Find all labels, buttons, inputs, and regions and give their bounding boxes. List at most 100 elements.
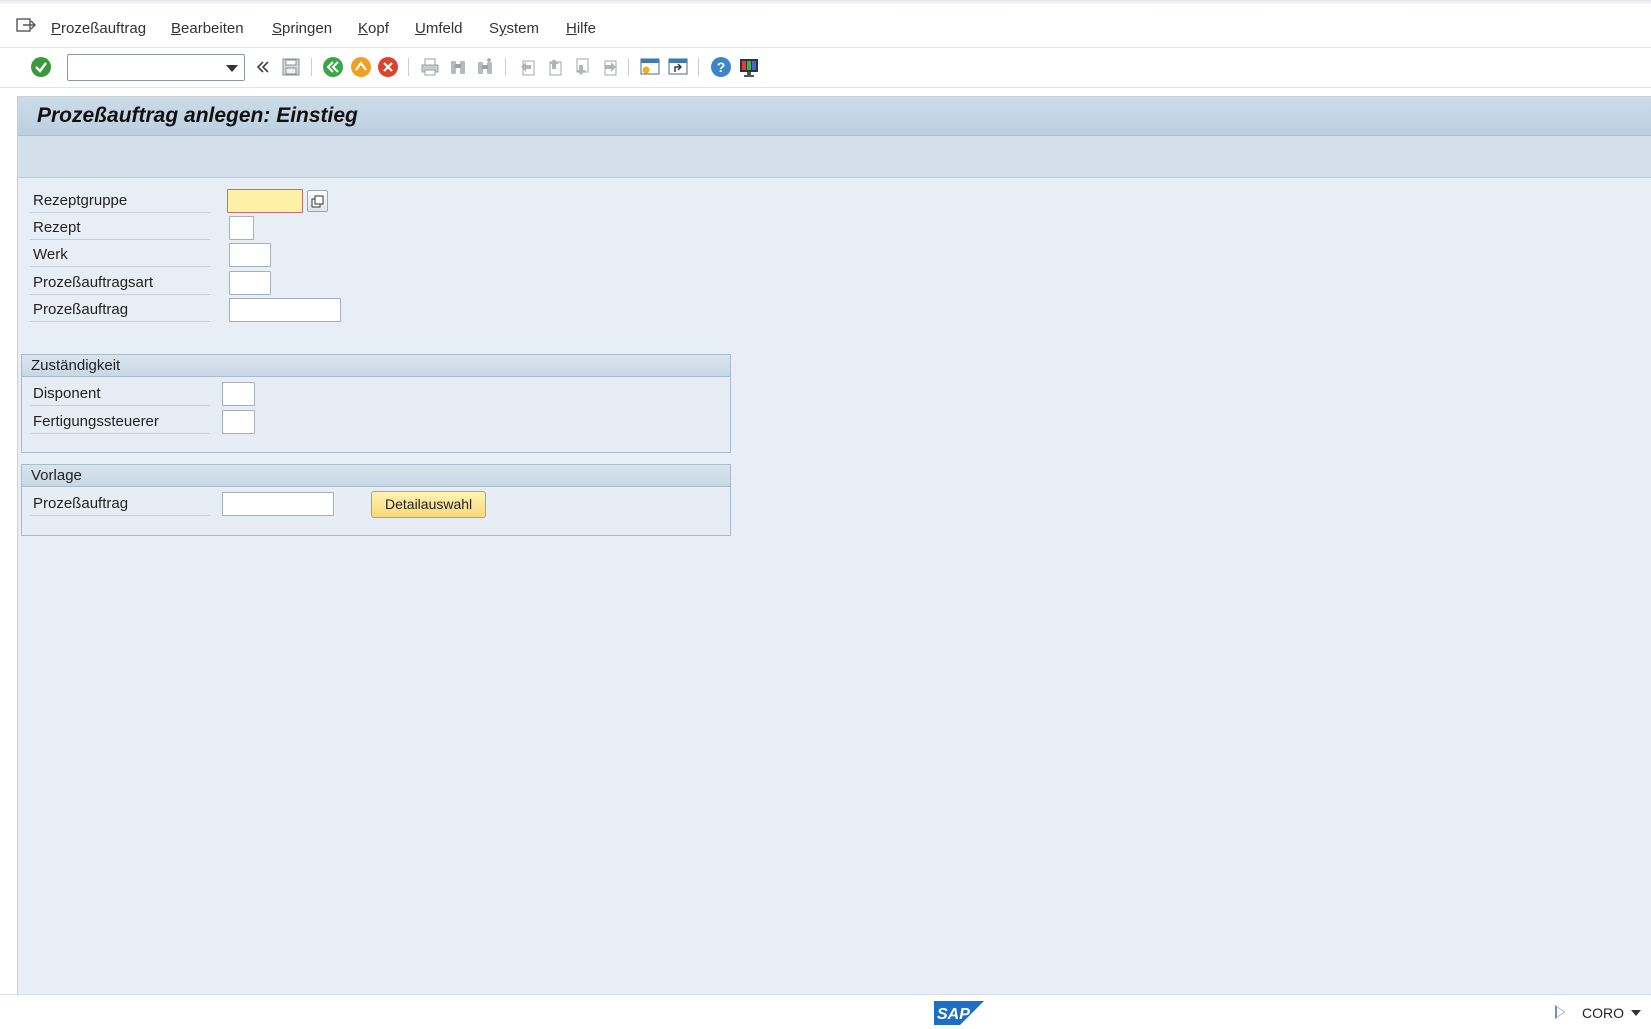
disponent-input[interactable] [223, 383, 254, 405]
label-vorlage-prozessauftrag: Prozeßauftrag [30, 492, 210, 516]
help-button[interactable]: ? [709, 55, 733, 79]
last-page-button[interactable] [597, 55, 621, 79]
new-session-button[interactable] [638, 55, 662, 79]
group-title-zustaendigkeit: Zuständigkeit [22, 355, 730, 377]
help-icon: ? [711, 57, 731, 77]
last-page-icon [604, 60, 617, 76]
prozessauftragsart-field[interactable] [229, 271, 271, 295]
application-toolbar [18, 136, 1651, 178]
cancel-button[interactable] [376, 55, 400, 79]
back-button[interactable] [321, 55, 345, 79]
toolbar-separator [698, 58, 699, 76]
chevron-down-icon[interactable] [226, 65, 238, 72]
label-disponent: Disponent [30, 382, 210, 406]
chevron-down-icon[interactable] [1631, 1010, 1641, 1016]
menu-bar: Prozeßauftrag Bearbeiten Springen Kopf U… [0, 4, 1651, 48]
rezeptgruppe-value-help-button[interactable] [307, 190, 328, 212]
menu-label-rest: S [489, 20, 500, 37]
label-fertigungssteuerer: Fertigungssteuerer [30, 410, 210, 434]
main-screen-area: Prozeßauftrag anlegen: Einstieg Rezeptgr… [17, 96, 1651, 994]
new-session-icon [640, 58, 660, 75]
menu-item-prozessauftrag[interactable]: Prozeßauftrag [51, 20, 146, 37]
menu-label-rest: earbeiten [181, 20, 244, 37]
rezeptgruppe-input[interactable] [228, 190, 302, 212]
prozessauftrag-field[interactable] [229, 298, 341, 322]
create-shortcut-button[interactable] [666, 55, 690, 79]
vorlage-prozessauftrag-field[interactable] [222, 492, 334, 516]
group-title-vorlage: Vorlage [22, 465, 730, 487]
save-icon [282, 58, 300, 76]
menu-item-bearbeiten[interactable]: Bearbeiten [171, 20, 244, 37]
next-page-button[interactable] [569, 55, 593, 79]
status-bar: SAP CORO [0, 994, 1651, 1029]
command-field-toggle[interactable] [251, 55, 275, 79]
next-page-icon [576, 58, 589, 75]
fertigungssteuerer-input[interactable] [223, 411, 254, 433]
previous-page-button[interactable] [542, 55, 566, 79]
rezeptgruppe-field[interactable] [227, 189, 303, 213]
monitor-icon [740, 59, 758, 77]
werk-field[interactable] [229, 243, 271, 267]
command-input[interactable] [68, 55, 218, 80]
back-icon [323, 57, 343, 77]
menu-item-kopf[interactable]: Kopf [358, 20, 389, 37]
menu-item-hilfe[interactable]: Hilfe [566, 20, 596, 37]
fertigungssteuerer-field[interactable] [222, 410, 255, 434]
customize-layout-button[interactable] [737, 55, 761, 79]
menu-item-umfeld[interactable]: Umfeld [415, 20, 463, 37]
disponent-field[interactable] [222, 382, 255, 406]
detailauswahl-button[interactable]: Detailauswahl [371, 491, 487, 518]
menu-label-rest: stem [506, 20, 540, 37]
status-expand-icon[interactable] [1555, 1005, 1565, 1019]
first-page-icon [521, 60, 535, 76]
binoculars-plus-icon [478, 58, 492, 74]
prozessauftrag-input[interactable] [230, 299, 340, 321]
rezept-field[interactable] [229, 216, 254, 240]
print-button[interactable] [418, 55, 442, 79]
label-rezeptgruppe: Rezeptgruppe [30, 189, 210, 213]
svg-text:?: ? [717, 59, 726, 75]
menu-label-rest: ilfe [576, 20, 597, 37]
toolbar-separator [408, 58, 409, 76]
menu-item-springen[interactable]: Springen [272, 20, 332, 37]
menu-label-rest: opf [368, 20, 389, 37]
enter-button[interactable] [29, 55, 53, 79]
label-prozessauftragsart: Prozeßauftragsart [30, 271, 210, 295]
find-button[interactable] [446, 55, 470, 79]
rezept-input[interactable] [230, 217, 253, 239]
screen-title-bar: Prozeßauftrag anlegen: Einstieg [18, 97, 1651, 136]
prozessauftragsart-input[interactable] [230, 272, 270, 294]
exit-button[interactable] [349, 55, 373, 79]
command-field[interactable] [67, 54, 245, 81]
window-left-frame [0, 88, 17, 994]
first-page-button[interactable] [515, 55, 539, 79]
group-vorlage: Vorlage Prozeßauftrag Detailauswahl [21, 464, 731, 536]
find-next-button[interactable] [473, 55, 497, 79]
shortcut-icon [668, 58, 688, 75]
menu-label-rest: rozeßauftrag [61, 20, 147, 37]
save-button[interactable] [279, 55, 303, 79]
menu-exit-icon[interactable] [16, 17, 36, 33]
toolbar-separator [311, 58, 312, 76]
sap-logo-text: SAP [937, 1006, 970, 1023]
vorlage-prozessauftrag-input[interactable] [223, 493, 333, 515]
double-chevron-left-icon [256, 61, 269, 73]
page-title: Prozeßauftrag anlegen: Einstieg [37, 104, 358, 127]
value-help-icon [311, 195, 324, 207]
label-prozessauftrag: Prozeßauftrag [30, 298, 210, 322]
menu-item-system[interactable]: System [489, 20, 539, 37]
transaction-code[interactable]: CORO [1582, 1005, 1624, 1021]
standard-toolbar: ? [0, 48, 1651, 88]
cancel-icon [378, 57, 398, 77]
sap-logo-icon: SAP [934, 1001, 984, 1025]
label-werk: Werk [30, 243, 210, 267]
binoculars-icon [451, 61, 465, 74]
checkmark-icon [31, 57, 51, 77]
label-rezept: Rezept [30, 216, 210, 240]
print-icon [421, 58, 439, 76]
menu-label-rest: pringen [282, 20, 333, 37]
menu-label-rest: mfeld [425, 20, 463, 37]
exit-icon [351, 57, 371, 77]
werk-input[interactable] [230, 244, 270, 266]
previous-page-icon [549, 59, 562, 76]
